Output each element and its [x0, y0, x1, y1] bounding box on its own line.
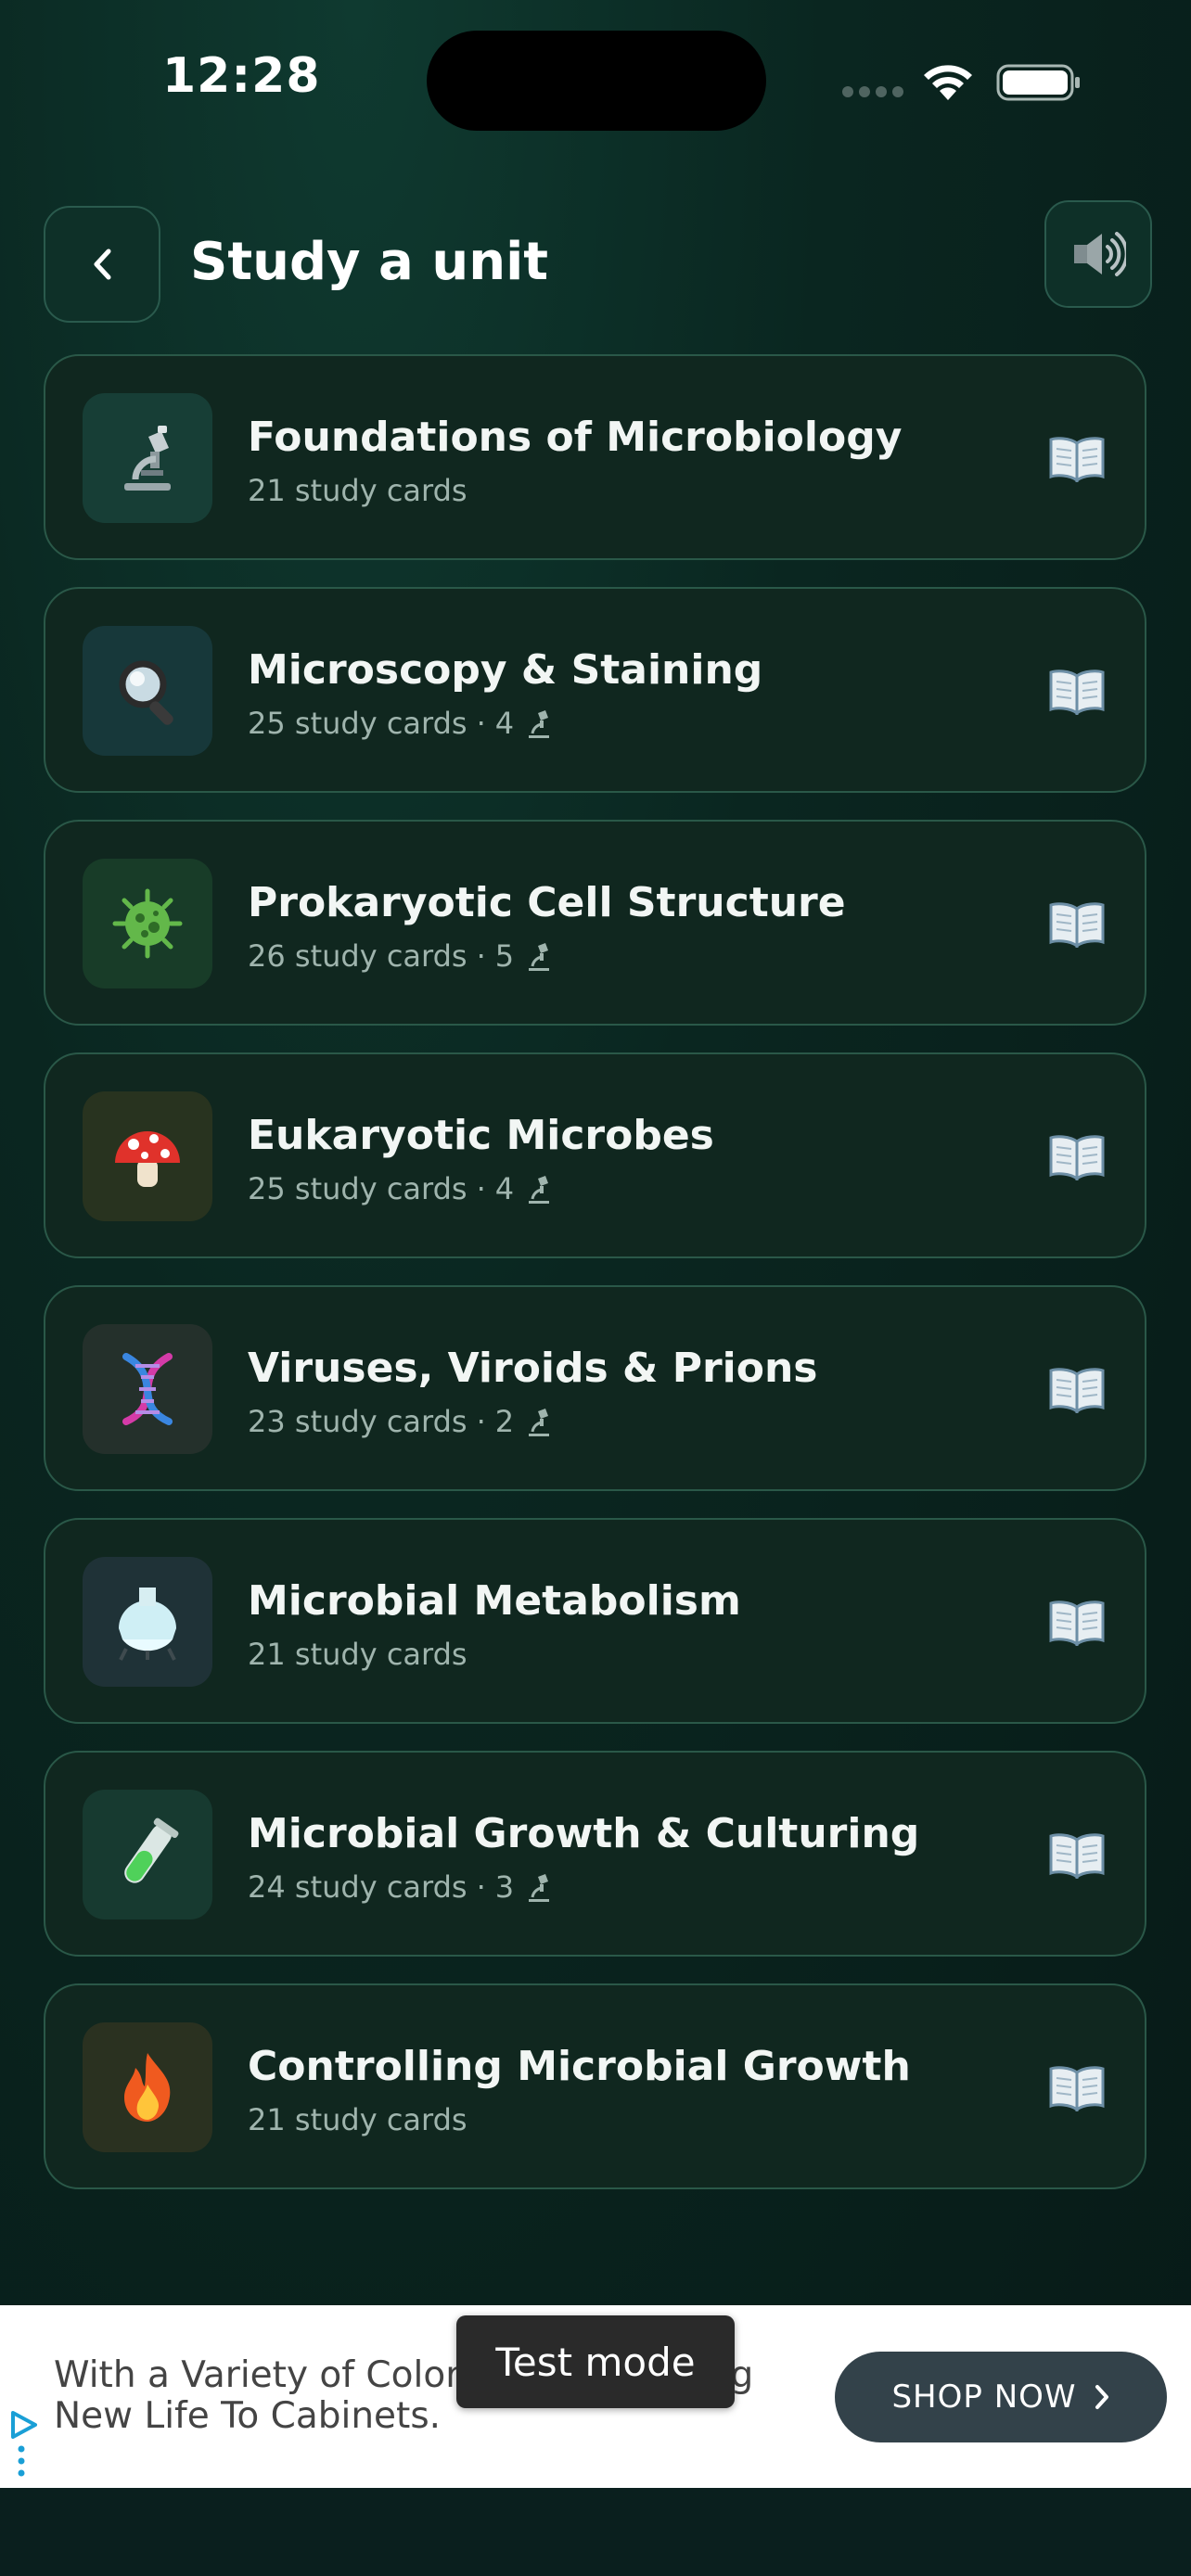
- unit-card[interactable]: Microbial Metabolism 21 study cards: [44, 1518, 1146, 1724]
- shop-now-button[interactable]: SHOP NOW: [835, 2352, 1167, 2442]
- sound-toggle-button[interactable]: [1044, 200, 1152, 308]
- unit-card-count: 26 study cards: [248, 938, 467, 974]
- microscope-icon: [529, 943, 550, 971]
- unit-lab-count: 5: [494, 938, 515, 974]
- unit-card[interactable]: Viruses, Viroids & Prions 23 study cards ·…: [44, 1285, 1146, 1491]
- unit-card-count: 21 study cards: [248, 473, 467, 508]
- unit-card[interactable]: Microbial Growth & Culturing 24 study car…: [44, 1751, 1146, 1957]
- speaker-icon: [1074, 232, 1126, 276]
- microscope-icon: [529, 1176, 550, 1204]
- shop-now-label: SHOP NOW: [891, 2378, 1077, 2416]
- unit-icon-tile: [83, 626, 212, 756]
- open-book-icon: [1049, 1600, 1105, 1646]
- unit-meta: 24 study cards · 3: [248, 1869, 553, 1905]
- unit-icon-tile: [83, 1091, 212, 1221]
- microscope-icon: [124, 426, 171, 491]
- microbe-icon: [112, 888, 183, 959]
- open-book-icon: [1049, 1368, 1105, 1413]
- unit-title: Viruses, Viroids & Prions: [248, 1345, 818, 1392]
- unit-card-count: 21 study cards: [248, 1637, 467, 1672]
- unit-card[interactable]: Prokaryotic Cell Structure 26 study cards…: [44, 820, 1146, 1026]
- mushroom-icon: [115, 1131, 180, 1187]
- unit-lab-count: 4: [494, 706, 515, 741]
- unit-title: Microscopy & Staining: [248, 646, 763, 694]
- meta-separator: ·: [476, 1171, 486, 1206]
- meta-separator: ·: [476, 938, 486, 974]
- meta-separator: ·: [476, 1869, 486, 1905]
- unit-icon-tile: [83, 859, 212, 988]
- microscope-icon: [529, 1874, 550, 1902]
- test-mode-badge: Test mode: [456, 2315, 735, 2408]
- unit-card[interactable]: Controlling Microbial Growth 21 study car…: [44, 1983, 1146, 2189]
- unit-icon-tile: [83, 1790, 212, 1919]
- open-book-icon: [1049, 437, 1105, 482]
- unit-lab-count: 4: [494, 1171, 515, 1206]
- status-bar: 12:28: [0, 0, 1191, 167]
- dna-icon: [122, 1353, 173, 1425]
- unit-lab-count: 2: [494, 1404, 515, 1439]
- cellular-signal-icon: [842, 86, 903, 97]
- unit-card[interactable]: Foundations of Microbiology 21 study card…: [44, 354, 1146, 560]
- unit-title: Microbial Metabolism: [248, 1577, 741, 1625]
- unit-title: Microbial Growth & Culturing: [248, 1810, 920, 1857]
- magnifying-glass-icon: [119, 660, 173, 725]
- wifi-icon: [924, 65, 972, 100]
- unit-title: Controlling Microbial Growth: [248, 2043, 911, 2090]
- unit-icon-tile: [83, 2022, 212, 2152]
- unit-card-count: 25 study cards: [248, 1171, 467, 1206]
- unit-icon-tile: [83, 1557, 212, 1687]
- meta-separator: ·: [476, 706, 486, 741]
- home-indicator-area: [0, 2488, 1191, 2576]
- status-time: 12:28: [162, 48, 321, 104]
- unit-card-count: 24 study cards: [248, 1869, 467, 1905]
- battery-icon: [996, 64, 1080, 101]
- test-tube-icon: [124, 1817, 179, 1883]
- unit-meta: 21 study cards: [248, 2102, 467, 2137]
- chevron-left-icon: [94, 249, 111, 280]
- unit-title: Foundations of Microbiology: [248, 414, 903, 461]
- unit-lab-count: 3: [494, 1869, 515, 1905]
- unit-title: Eukaryotic Microbes: [248, 1112, 714, 1159]
- meta-separator: ·: [476, 1404, 486, 1439]
- open-book-icon: [1049, 902, 1105, 948]
- open-book-icon: [1049, 1135, 1105, 1180]
- open-book-icon: [1049, 2066, 1105, 2111]
- unit-card-count: 23 study cards: [248, 1404, 467, 1439]
- unit-meta: 25 study cards · 4: [248, 706, 553, 741]
- unit-card-count: 25 study cards: [248, 706, 467, 741]
- back-button[interactable]: [44, 206, 160, 323]
- unit-icon-tile: [83, 393, 212, 523]
- unit-meta: 23 study cards · 2: [248, 1404, 553, 1439]
- microscope-icon: [529, 710, 550, 738]
- open-book-icon: [1049, 1833, 1105, 1879]
- unit-card[interactable]: Eukaryotic Microbes 25 study cards · 4: [44, 1052, 1146, 1258]
- chevron-right-icon: [1095, 2385, 1108, 2409]
- dynamic-island: [427, 31, 766, 131]
- ad-options-icon[interactable]: [17, 2444, 26, 2478]
- open-book-icon: [1049, 670, 1105, 715]
- unit-meta: 21 study cards: [248, 1637, 467, 1672]
- unit-title: Prokaryotic Cell Structure: [248, 879, 846, 926]
- unit-meta: 26 study cards · 5: [248, 938, 553, 974]
- fire-icon: [124, 2053, 171, 2122]
- unit-card-count: 21 study cards: [248, 2102, 467, 2137]
- unit-meta: 25 study cards · 4: [248, 1171, 553, 1206]
- unit-icon-tile: [83, 1324, 212, 1454]
- page-title: Study a unit: [190, 232, 549, 292]
- ad-choices-icon[interactable]: [7, 2409, 39, 2441]
- flask-icon: [119, 1588, 176, 1661]
- unit-meta: 21 study cards: [248, 473, 467, 508]
- unit-card[interactable]: Microscopy & Staining 25 study cards · 4: [44, 587, 1146, 793]
- microscope-icon: [529, 1409, 550, 1436]
